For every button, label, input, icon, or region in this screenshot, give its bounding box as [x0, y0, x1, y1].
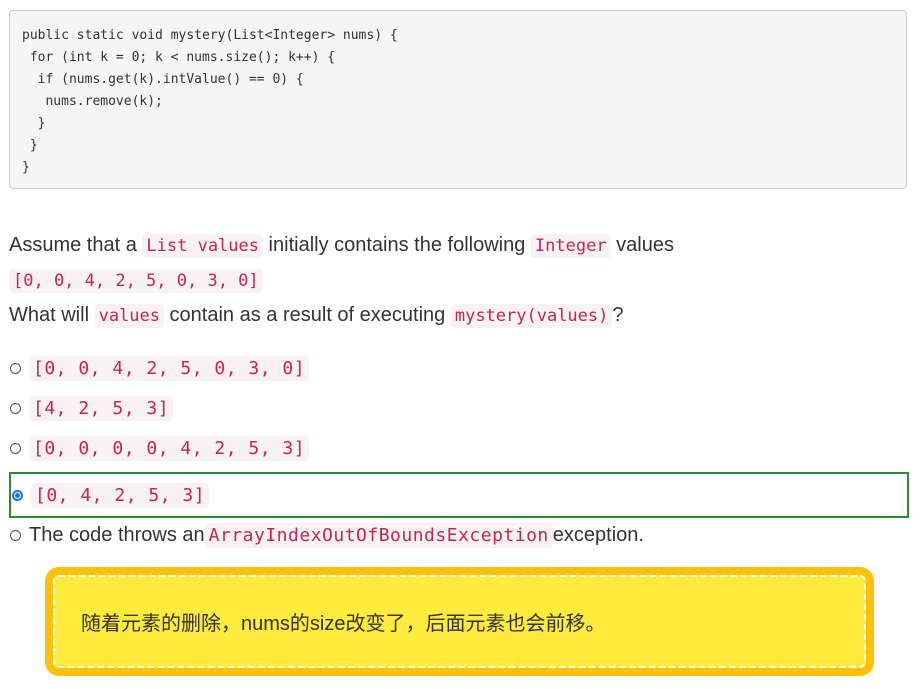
inline-code-integer: Integer — [530, 234, 611, 258]
question-text-segment: ? — [612, 304, 624, 326]
question-line-2: [0, 0, 4, 2, 5, 0, 3, 0] — [9, 263, 909, 298]
inline-code-initial-list: [0, 0, 4, 2, 5, 0, 3, 0] — [9, 269, 263, 293]
question-text: Assume that a List values initially cont… — [9, 228, 909, 333]
code-line: } — [22, 138, 38, 153]
code-line: if (nums.get(k).intValue() == 0) { — [22, 72, 304, 87]
answer-option-5[interactable]: The code throws an ArrayIndexOutOfBounds… — [9, 518, 909, 552]
option-code: [0, 4, 2, 5, 3] — [31, 482, 210, 508]
radio-button-checked[interactable] — [12, 489, 23, 501]
option-code: [0, 0, 4, 2, 5, 0, 3, 0] — [29, 355, 310, 381]
code-line: } — [22, 160, 30, 175]
code-line: } — [22, 116, 46, 131]
radio-button[interactable] — [10, 529, 21, 541]
question-line-3: What will values contain as a result of … — [9, 298, 909, 333]
answer-option-2[interactable]: [4, 2, 5, 3] — [9, 391, 909, 425]
option-code: [4, 2, 5, 3] — [29, 395, 174, 421]
question-text-segment: contain as a result of executing — [164, 304, 451, 326]
code-line: public static void mystery(List<Integer>… — [22, 28, 398, 43]
option-text: exception. — [552, 523, 644, 546]
option-code: [0, 0, 0, 0, 4, 2, 5, 3] — [29, 435, 310, 461]
question-text-segment: What will — [9, 304, 95, 326]
code-block: public static void mystery(List<Integer>… — [9, 10, 907, 189]
explanation-text: 随着元素的删除，nums的size改变了，后面元素也会前移。 — [81, 613, 606, 635]
question-text-segment: initially contains the following — [263, 234, 531, 256]
answer-option-1[interactable]: [0, 0, 4, 2, 5, 0, 3, 0] — [9, 351, 909, 385]
answer-option-4-selected[interactable]: [0, 4, 2, 5, 3] — [9, 472, 909, 518]
question-text-segment: Assume that a — [9, 234, 143, 256]
question-text-segment: values — [610, 234, 674, 256]
inline-code-mystery-call: mystery(values) — [450, 304, 613, 328]
option-code: ArrayIndexOutOfBoundsException — [204, 522, 553, 548]
option-text: The code throws an — [29, 523, 205, 546]
radio-button[interactable] — [10, 362, 21, 374]
code-line: for (int k = 0; k < nums.size(); k++) { — [22, 50, 336, 65]
question-line-1: Assume that a List values initially cont… — [9, 228, 909, 263]
radio-button[interactable] — [10, 402, 21, 414]
explanation-note-inner: 随着元素的删除，nums的size改变了，后面元素也会前移。 — [53, 575, 866, 668]
explanation-note: 随着元素的删除，nums的size改变了，后面元素也会前移。 — [45, 567, 874, 676]
answer-option-3[interactable]: [0, 0, 0, 0, 4, 2, 5, 3] — [9, 431, 909, 465]
inline-code-values: values — [94, 304, 164, 328]
code-line: nums.remove(k); — [22, 94, 163, 109]
inline-code-list-values: List values — [142, 234, 263, 258]
radio-button[interactable] — [10, 442, 21, 454]
